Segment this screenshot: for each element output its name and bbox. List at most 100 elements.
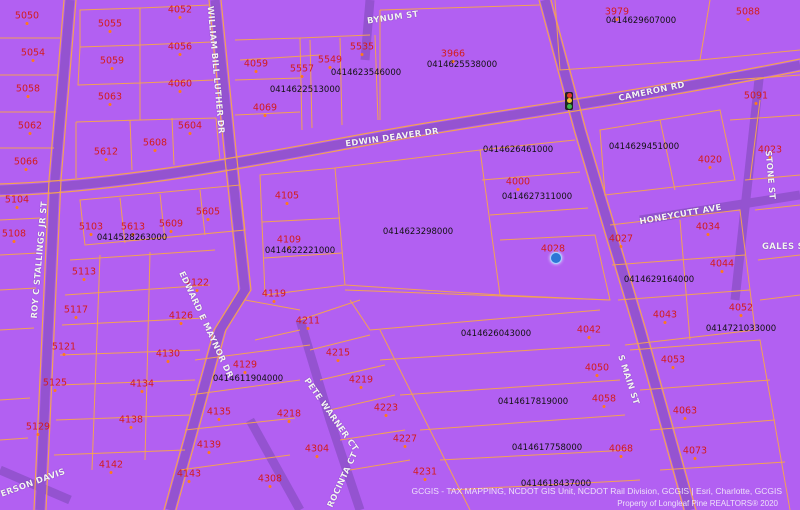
address-label[interactable]: 5054 — [21, 48, 45, 59]
address-label[interactable]: 5062 — [18, 121, 42, 132]
parcel-id-label[interactable]: 0414622221000 — [265, 246, 335, 256]
address-label[interactable]: 5050 — [15, 11, 39, 22]
address-label[interactable]: 4052 — [168, 5, 192, 16]
parcel-point-icon — [109, 471, 113, 474]
address-label[interactable]: 4050 — [585, 363, 609, 374]
parcel-point-icon — [423, 478, 427, 481]
parcel-point-icon — [739, 314, 743, 317]
address-label[interactable]: 4135 — [207, 407, 231, 418]
address-label[interactable]: 5612 — [94, 147, 118, 158]
address-label[interactable]: 5604 — [178, 121, 202, 132]
address-label[interactable]: 5103 — [79, 222, 103, 233]
address-label[interactable]: 5608 — [143, 138, 167, 149]
address-label[interactable]: 4060 — [168, 79, 192, 90]
address-label[interactable]: 4052 — [729, 303, 753, 314]
address-label[interactable]: 4138 — [119, 415, 143, 426]
address-label[interactable]: 4027 — [609, 234, 633, 245]
parcel-point-icon — [108, 30, 112, 33]
address-label[interactable]: 3966 — [441, 49, 465, 60]
address-label[interactable]: 4059 — [244, 59, 268, 70]
address-label[interactable]: 4211 — [296, 316, 320, 327]
address-label[interactable]: 5058 — [16, 84, 40, 95]
address-label[interactable]: 4063 — [673, 406, 697, 417]
parcel-point-icon — [110, 67, 114, 70]
address-label[interactable]: 4109 — [277, 235, 301, 246]
address-label[interactable]: 5108 — [2, 229, 26, 240]
address-label[interactable]: 4069 — [253, 103, 277, 114]
address-label[interactable]: 4215 — [326, 348, 350, 359]
parcel-id-label[interactable]: 0414721033000 — [706, 324, 776, 334]
address-label[interactable]: 4056 — [168, 42, 192, 53]
parcel-id-label[interactable]: 0414626043000 — [461, 329, 531, 339]
parcel-id-label[interactable]: 0414626461000 — [483, 145, 553, 155]
parcel-map[interactable]: 5050 5055 4052 5054 5059 4056 5058 5063 4060 5062… — [0, 0, 800, 510]
address-label[interactable]: 4068 — [609, 444, 633, 455]
address-label[interactable]: 4119 — [262, 289, 286, 300]
address-label[interactable]: 4219 — [349, 375, 373, 386]
address-label[interactable]: 5113 — [72, 267, 96, 278]
parcel-id-label[interactable]: 0414629164000 — [624, 275, 694, 285]
address-label[interactable]: 4043 — [653, 310, 677, 321]
parcel-point-icon — [104, 158, 108, 161]
address-label[interactable]: 4231 — [413, 467, 437, 478]
address-label[interactable]: 4143 — [177, 469, 201, 480]
location-marker-icon[interactable] — [550, 252, 562, 264]
address-label[interactable]: 5609 — [159, 219, 183, 230]
parcel-id-label[interactable]: 0414629451000 — [609, 142, 679, 152]
parcel-id-label[interactable]: 0414617819000 — [498, 397, 568, 407]
address-label[interactable]: 5055 — [98, 19, 122, 30]
parcel-id-label[interactable]: 0414622513000 — [270, 85, 340, 95]
address-label[interactable]: 5117 — [64, 305, 88, 316]
parcel-point-icon — [207, 451, 211, 454]
address-label[interactable]: 4126 — [169, 311, 193, 322]
address-label[interactable]: 5059 — [100, 56, 124, 67]
address-label[interactable]: 4105 — [275, 191, 299, 202]
parcel-id-label[interactable]: 0414625538000 — [427, 60, 497, 70]
address-label[interactable]: 5091 — [744, 91, 768, 102]
address-label[interactable]: 5066 — [14, 157, 38, 168]
address-label[interactable]: 4020 — [698, 155, 722, 166]
parcel-point-icon — [403, 445, 407, 448]
address-label[interactable]: 4223 — [374, 403, 398, 414]
address-label[interactable]: 4142 — [99, 460, 123, 471]
address-label[interactable]: 5121 — [52, 342, 76, 353]
address-label[interactable]: 5063 — [98, 92, 122, 103]
parcel-id-label[interactable]: 0414617758000 — [512, 443, 582, 453]
address-label[interactable]: 5613 — [121, 222, 145, 233]
address-label[interactable]: 4304 — [305, 444, 329, 455]
parcel-id-label[interactable]: 0414528263000 — [97, 233, 167, 243]
address-label[interactable]: 4308 — [258, 474, 282, 485]
parcel-id-label[interactable]: 0414627311000 — [502, 192, 572, 202]
address-label[interactable]: 4044 — [710, 259, 734, 270]
address-label[interactable]: 4139 — [197, 440, 221, 451]
address-label[interactable]: 4053 — [661, 355, 685, 366]
address-label[interactable]: 5088 — [736, 7, 760, 18]
address-label[interactable]: 4129 — [233, 360, 257, 371]
address-label[interactable]: 4073 — [683, 446, 707, 457]
address-label[interactable]: 5125 — [43, 378, 67, 389]
parcel-point-icon — [169, 230, 173, 233]
address-label[interactable]: 4227 — [393, 434, 417, 445]
parcel-id-label[interactable]: 0414623298000 — [383, 227, 453, 237]
address-label[interactable]: 5129 — [26, 422, 50, 433]
parcel-id-label[interactable]: 0414623546000 — [331, 68, 401, 78]
address-label[interactable]: 4134 — [130, 379, 154, 390]
address-label[interactable]: 4058 — [592, 394, 616, 405]
address-label[interactable]: 5605 — [196, 207, 220, 218]
parcel-point-icon — [595, 374, 599, 377]
parcel-point-icon — [206, 218, 210, 221]
address-label[interactable]: 4000 — [506, 177, 530, 188]
address-label[interactable]: 5557 — [290, 64, 314, 75]
parcel-point-icon — [178, 90, 182, 93]
parcel-point-icon — [140, 390, 144, 393]
address-label[interactable]: 5535 — [350, 42, 374, 53]
address-label[interactable]: 5549 — [318, 55, 342, 66]
address-label[interactable]: 4042 — [577, 325, 601, 336]
address-label[interactable]: 4034 — [696, 222, 720, 233]
parcel-point-icon — [706, 233, 710, 236]
parcel-id-label[interactable]: 0414629607000 — [606, 16, 676, 26]
parcel-point-icon — [74, 316, 78, 319]
address-label[interactable]: 4130 — [156, 349, 180, 360]
address-label[interactable]: 5104 — [5, 195, 29, 206]
address-label[interactable]: 4218 — [277, 409, 301, 420]
